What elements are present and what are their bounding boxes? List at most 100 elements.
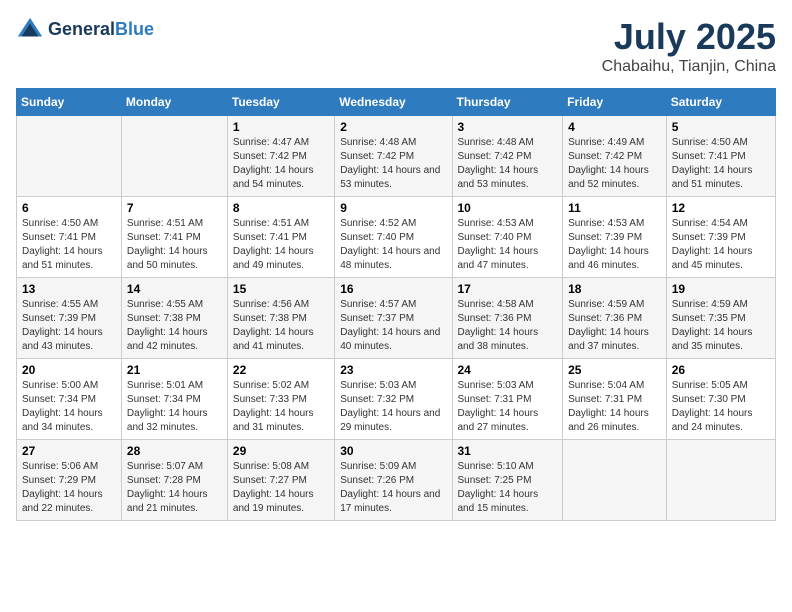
day-number: 10 bbox=[458, 201, 558, 215]
day-number: 22 bbox=[233, 363, 329, 377]
day-number: 9 bbox=[340, 201, 446, 215]
calendar-body: 1 Sunrise: 4:47 AM Sunset: 7:42 PM Daylig… bbox=[17, 116, 776, 521]
day-number: 11 bbox=[568, 201, 661, 215]
page-header: GeneralBlue July 2025 Chabaihu, Tianjin,… bbox=[16, 16, 776, 76]
logo: GeneralBlue bbox=[16, 16, 154, 44]
calendar-cell: 26Sunrise: 5:05 AM Sunset: 7:30 PM Dayli… bbox=[666, 359, 775, 440]
location-subtitle: Chabaihu, Tianjin, China bbox=[602, 58, 776, 76]
calendar-cell: 31 Sunrise: 5:10 AM Sunset: 7:25 PM Dayli… bbox=[452, 440, 563, 521]
day-info: Sunrise: 5:00 AM Sunset: 7:34 PM Dayligh… bbox=[22, 379, 116, 435]
day-info: Sunrise: 4:55 AM Sunset: 7:38 PM Dayligh… bbox=[127, 298, 222, 354]
calendar-cell: 4Sunrise: 4:49 AM Sunset: 7:42 PM Daylig… bbox=[563, 116, 667, 197]
weekday-header-monday: Monday bbox=[121, 89, 227, 116]
calendar-cell: 2 Sunrise: 4:48 AM Sunset: 7:42 PM Daylig… bbox=[335, 116, 452, 197]
calendar-cell: 15Sunrise: 4:56 AM Sunset: 7:38 PM Dayli… bbox=[227, 278, 334, 359]
calendar-table: SundayMondayTuesdayWednesdayThursdayFrid… bbox=[16, 88, 776, 521]
calendar-cell: 3 Sunrise: 4:48 AM Sunset: 7:42 PM Daylig… bbox=[452, 116, 563, 197]
day-info: Sunrise: 4:50 AM Sunset: 7:41 PM Dayligh… bbox=[22, 217, 116, 273]
calendar-cell bbox=[666, 440, 775, 521]
month-title: July 2025 bbox=[602, 16, 776, 58]
calendar-week-row: 1 Sunrise: 4:47 AM Sunset: 7:42 PM Daylig… bbox=[17, 116, 776, 197]
logo-icon bbox=[16, 16, 44, 44]
calendar-cell: 24 Sunrise: 5:03 AM Sunset: 7:31 PM Dayli… bbox=[452, 359, 563, 440]
calendar-week-row: 20 Sunrise: 5:00 AM Sunset: 7:34 PM Dayli… bbox=[17, 359, 776, 440]
day-info: Sunrise: 4:53 AM Sunset: 7:39 PM Dayligh… bbox=[568, 217, 661, 273]
weekday-header-friday: Friday bbox=[563, 89, 667, 116]
calendar-header: SundayMondayTuesdayWednesdayThursdayFrid… bbox=[17, 89, 776, 116]
day-info: Sunrise: 5:04 AM Sunset: 7:31 PM Dayligh… bbox=[568, 379, 661, 435]
day-number: 23 bbox=[340, 363, 446, 377]
day-info: Sunrise: 4:50 AM Sunset: 7:41 PM Dayligh… bbox=[672, 136, 770, 192]
calendar-cell: 12 Sunrise: 4:54 AM Sunset: 7:39 PM Dayli… bbox=[666, 197, 775, 278]
calendar-cell: 6Sunrise: 4:50 AM Sunset: 7:41 PM Daylig… bbox=[17, 197, 122, 278]
day-info: Sunrise: 5:10 AM Sunset: 7:25 PM Dayligh… bbox=[458, 460, 558, 516]
day-number: 1 bbox=[233, 120, 329, 134]
calendar-cell: 11 Sunrise: 4:53 AM Sunset: 7:39 PM Dayli… bbox=[563, 197, 667, 278]
calendar-week-row: 27 Sunrise: 5:06 AM Sunset: 7:29 PM Dayli… bbox=[17, 440, 776, 521]
day-info: Sunrise: 5:03 AM Sunset: 7:31 PM Dayligh… bbox=[458, 379, 558, 435]
day-number: 19 bbox=[672, 282, 770, 296]
day-info: Sunrise: 4:51 AM Sunset: 7:41 PM Dayligh… bbox=[233, 217, 329, 273]
calendar-cell: 22 Sunrise: 5:02 AM Sunset: 7:33 PM Dayli… bbox=[227, 359, 334, 440]
calendar-cell bbox=[17, 116, 122, 197]
day-number: 31 bbox=[458, 444, 558, 458]
day-number: 2 bbox=[340, 120, 446, 134]
calendar-cell: 29 Sunrise: 5:08 AM Sunset: 7:27 PM Dayli… bbox=[227, 440, 334, 521]
day-info: Sunrise: 4:54 AM Sunset: 7:39 PM Dayligh… bbox=[672, 217, 770, 273]
day-number: 28 bbox=[127, 444, 222, 458]
day-number: 21 bbox=[127, 363, 222, 377]
day-info: Sunrise: 4:52 AM Sunset: 7:40 PM Dayligh… bbox=[340, 217, 446, 273]
weekday-header-saturday: Saturday bbox=[666, 89, 775, 116]
day-info: Sunrise: 4:48 AM Sunset: 7:42 PM Dayligh… bbox=[458, 136, 558, 192]
calendar-cell: 19 Sunrise: 4:59 AM Sunset: 7:35 PM Dayli… bbox=[666, 278, 775, 359]
calendar-cell bbox=[121, 116, 227, 197]
day-info: Sunrise: 4:59 AM Sunset: 7:36 PM Dayligh… bbox=[568, 298, 661, 354]
day-number: 30 bbox=[340, 444, 446, 458]
day-number: 13 bbox=[22, 282, 116, 296]
day-info: Sunrise: 4:53 AM Sunset: 7:40 PM Dayligh… bbox=[458, 217, 558, 273]
calendar-cell: 28 Sunrise: 5:07 AM Sunset: 7:28 PM Dayli… bbox=[121, 440, 227, 521]
title-block: July 2025 Chabaihu, Tianjin, China bbox=[602, 16, 776, 76]
calendar-cell: 20 Sunrise: 5:00 AM Sunset: 7:34 PM Dayli… bbox=[17, 359, 122, 440]
day-number: 3 bbox=[458, 120, 558, 134]
day-info: Sunrise: 5:08 AM Sunset: 7:27 PM Dayligh… bbox=[233, 460, 329, 516]
calendar-cell: 8 Sunrise: 4:51 AM Sunset: 7:41 PM Daylig… bbox=[227, 197, 334, 278]
day-info: Sunrise: 5:07 AM Sunset: 7:28 PM Dayligh… bbox=[127, 460, 222, 516]
day-info: Sunrise: 5:05 AM Sunset: 7:30 PM Dayligh… bbox=[672, 379, 770, 435]
day-number: 16 bbox=[340, 282, 446, 296]
calendar-week-row: 13 Sunrise: 4:55 AM Sunset: 7:39 PM Dayli… bbox=[17, 278, 776, 359]
weekday-header-thursday: Thursday bbox=[452, 89, 563, 116]
calendar-cell: 16 Sunrise: 4:57 AM Sunset: 7:37 PM Dayli… bbox=[335, 278, 452, 359]
day-info: Sunrise: 4:57 AM Sunset: 7:37 PM Dayligh… bbox=[340, 298, 446, 354]
weekday-header-sunday: Sunday bbox=[17, 89, 122, 116]
day-number: 24 bbox=[458, 363, 558, 377]
weekday-header-tuesday: Tuesday bbox=[227, 89, 334, 116]
day-number: 25 bbox=[568, 363, 661, 377]
weekday-header-wednesday: Wednesday bbox=[335, 89, 452, 116]
day-number: 12 bbox=[672, 201, 770, 215]
day-info: Sunrise: 5:09 AM Sunset: 7:26 PM Dayligh… bbox=[340, 460, 446, 516]
day-number: 29 bbox=[233, 444, 329, 458]
day-info: Sunrise: 5:01 AM Sunset: 7:34 PM Dayligh… bbox=[127, 379, 222, 435]
calendar-cell: 25 Sunrise: 5:04 AM Sunset: 7:31 PM Dayli… bbox=[563, 359, 667, 440]
day-number: 17 bbox=[458, 282, 558, 296]
calendar-cell: 10 Sunrise: 4:53 AM Sunset: 7:40 PM Dayli… bbox=[452, 197, 563, 278]
day-info: Sunrise: 5:02 AM Sunset: 7:33 PM Dayligh… bbox=[233, 379, 329, 435]
day-info: Sunrise: 4:59 AM Sunset: 7:35 PM Dayligh… bbox=[672, 298, 770, 354]
calendar-week-row: 6Sunrise: 4:50 AM Sunset: 7:41 PM Daylig… bbox=[17, 197, 776, 278]
day-info: Sunrise: 4:48 AM Sunset: 7:42 PM Dayligh… bbox=[340, 136, 446, 192]
day-number: 14 bbox=[127, 282, 222, 296]
day-number: 7 bbox=[127, 201, 222, 215]
day-number: 18 bbox=[568, 282, 661, 296]
calendar-cell: 17 Sunrise: 4:58 AM Sunset: 7:36 PM Dayli… bbox=[452, 278, 563, 359]
day-info: Sunrise: 5:06 AM Sunset: 7:29 PM Dayligh… bbox=[22, 460, 116, 516]
day-info: Sunrise: 4:55 AM Sunset: 7:39 PM Dayligh… bbox=[22, 298, 116, 354]
day-number: 20 bbox=[22, 363, 116, 377]
day-info: Sunrise: 4:47 AM Sunset: 7:42 PM Dayligh… bbox=[233, 136, 329, 192]
day-info: Sunrise: 5:03 AM Sunset: 7:32 PM Dayligh… bbox=[340, 379, 446, 435]
day-info: Sunrise: 4:51 AM Sunset: 7:41 PM Dayligh… bbox=[127, 217, 222, 273]
calendar-cell: 13 Sunrise: 4:55 AM Sunset: 7:39 PM Dayli… bbox=[17, 278, 122, 359]
day-number: 27 bbox=[22, 444, 116, 458]
day-number: 8 bbox=[233, 201, 329, 215]
day-info: Sunrise: 4:58 AM Sunset: 7:36 PM Dayligh… bbox=[458, 298, 558, 354]
